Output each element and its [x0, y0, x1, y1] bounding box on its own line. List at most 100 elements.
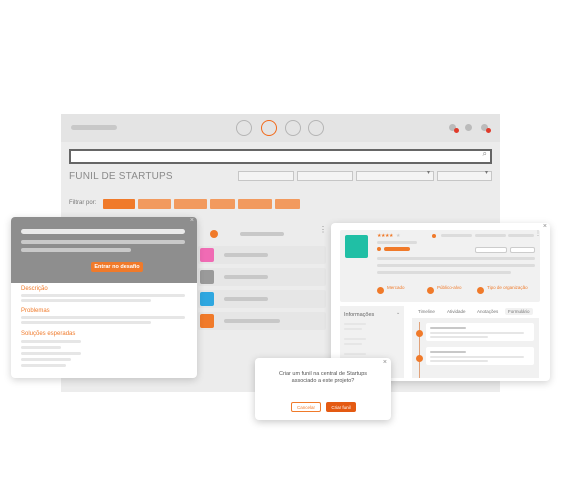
- join-challenge-button[interactable]: Entrar no desafio: [91, 262, 143, 272]
- tab-notes[interactable]: Anotações: [474, 308, 501, 315]
- startup-name-line: [377, 241, 417, 244]
- entry-line: [430, 360, 488, 362]
- info-line: [344, 338, 366, 340]
- timeline-entry[interactable]: [426, 347, 534, 365]
- kanban-column: ⋮: [198, 220, 327, 332]
- chevron-down-icon: ▾: [426, 170, 430, 176]
- search-icon[interactable]: ⌕: [483, 149, 487, 159]
- entry-line: [430, 332, 524, 334]
- info-line: [344, 323, 366, 325]
- timeline-panel: [412, 318, 539, 378]
- section-problems: Problemas: [21, 308, 50, 314]
- card-color-gray: [200, 270, 214, 284]
- close-icon[interactable]: ×: [543, 223, 547, 230]
- text-line: [21, 346, 61, 349]
- rating-stars: ★★★★: [377, 233, 393, 239]
- messages-icon[interactable]: [465, 124, 472, 131]
- card-color-blue: [200, 292, 214, 306]
- action-button[interactable]: [475, 247, 507, 253]
- cancel-button[interactable]: Cancelar: [291, 402, 321, 412]
- meta-line: [508, 234, 534, 237]
- user-badge: [486, 128, 491, 133]
- text-line: [21, 352, 81, 355]
- column-status-dot: [210, 230, 218, 238]
- timeline-dot: [416, 355, 423, 362]
- close-icon[interactable]: ×: [383, 359, 387, 366]
- description-line: [377, 271, 511, 274]
- create-funnel-button[interactable]: Criar funil: [326, 402, 356, 412]
- attribute-target-audience: Público-alvo: [437, 285, 462, 290]
- filter-label: Filtrar por:: [69, 200, 97, 206]
- kanban-card-2[interactable]: [198, 268, 326, 286]
- profile-more-icon[interactable]: ⋮: [535, 230, 541, 237]
- kanban-card-4[interactable]: [198, 312, 326, 330]
- filter-input-1[interactable]: [238, 171, 294, 181]
- app-title-placeholder: [71, 125, 117, 130]
- card-title-placeholder: [224, 275, 268, 279]
- text-line: [21, 358, 71, 361]
- step-indicator-4[interactable]: [308, 120, 324, 136]
- tab-activity[interactable]: Atividade: [444, 308, 469, 315]
- tab-form[interactable]: Formulário: [505, 308, 533, 315]
- text-line: [21, 316, 185, 319]
- column-title-placeholder: [240, 232, 284, 236]
- section-description: Descrição: [21, 286, 48, 292]
- card-title-placeholder: [224, 319, 280, 323]
- step-indicator-3[interactable]: [285, 120, 301, 136]
- text-line: [21, 340, 81, 343]
- kanban-card-1[interactable]: [198, 246, 326, 264]
- card-color-orange: [200, 314, 214, 328]
- entry-line: [430, 336, 488, 338]
- action-button[interactable]: [510, 247, 535, 253]
- text-line: [21, 321, 151, 324]
- notification-badge: [454, 128, 459, 133]
- filter-chip-4[interactable]: [210, 199, 235, 209]
- filter-chip-1[interactable]: [103, 199, 135, 209]
- card-color-pink: [200, 248, 214, 262]
- chevron-down-icon[interactable]: ⌄: [396, 310, 400, 316]
- attribute-dot: [377, 287, 384, 294]
- attribute-organization-type: Tipo de organização: [487, 285, 528, 290]
- timeline-dot: [416, 330, 423, 337]
- attribute-market: Mercado: [387, 285, 405, 290]
- filter-chip-5[interactable]: [238, 199, 272, 209]
- favorite-icon[interactable]: [432, 234, 436, 238]
- step-indicator-2[interactable]: [261, 120, 277, 136]
- page-title: FUNIL DE STARTUPS: [69, 171, 173, 182]
- entry-line: [430, 356, 524, 358]
- meta-line: [475, 234, 506, 237]
- entry-title: [430, 327, 466, 329]
- dialog-message: Criar um funil na central de Startups as…: [278, 371, 368, 384]
- column-more-icon[interactable]: ⋮: [319, 225, 327, 234]
- card-title-placeholder: [224, 253, 268, 257]
- description-line: [377, 264, 535, 267]
- description-line: [377, 257, 535, 260]
- tab-timeline[interactable]: Timeline: [415, 308, 438, 315]
- text-line: [21, 364, 66, 367]
- header-line: [21, 229, 185, 234]
- filter-chip-6[interactable]: [275, 199, 300, 209]
- info-title: Informações: [344, 312, 375, 318]
- step-indicator-1[interactable]: [236, 120, 252, 136]
- challenge-card: × Entrar no desafio Descrição Problemas …: [11, 217, 197, 378]
- filter-chip-3[interactable]: [174, 199, 207, 209]
- header-line: [21, 248, 131, 252]
- challenge-header: × Entrar no desafio: [11, 217, 197, 283]
- location-line: [384, 247, 410, 251]
- meta-line: [441, 234, 472, 237]
- startup-logo: [345, 235, 368, 258]
- text-line: [21, 299, 151, 302]
- timeline-entry[interactable]: [426, 323, 534, 341]
- filter-input-2[interactable]: [297, 171, 353, 181]
- info-line: [344, 328, 362, 330]
- kanban-card-3[interactable]: [198, 290, 326, 308]
- filter-select-1[interactable]: ▾: [356, 170, 434, 181]
- filter-chip-2[interactable]: [138, 199, 171, 209]
- text-line: [21, 294, 185, 297]
- close-icon[interactable]: ×: [190, 217, 194, 224]
- section-expected-solutions: Soluções esperadas: [21, 331, 76, 337]
- info-line: [344, 353, 366, 355]
- filter-select-2[interactable]: ▾: [437, 170, 492, 181]
- attribute-dot: [477, 287, 484, 294]
- search-input[interactable]: ⌕: [69, 149, 492, 164]
